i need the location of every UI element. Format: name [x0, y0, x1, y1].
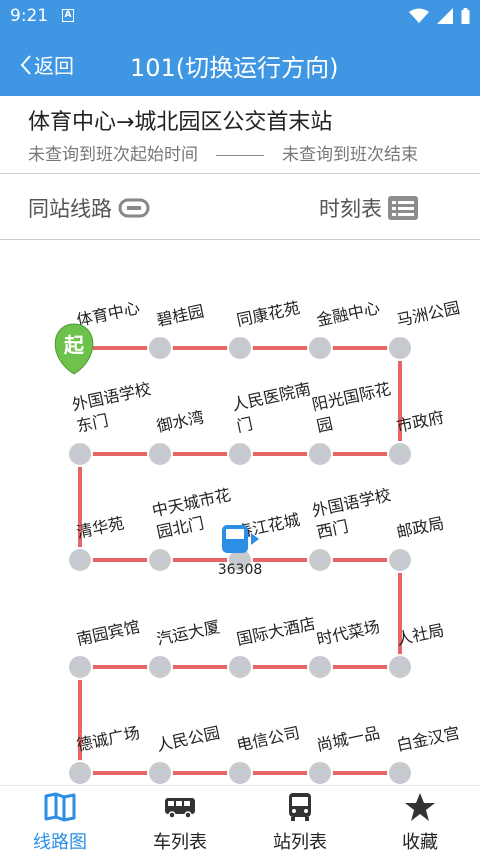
station-label: 御水湾	[155, 407, 206, 436]
station-stop[interactable]	[387, 654, 413, 680]
switch-direction-title[interactable]: 101(切换运行方向)	[130, 48, 339, 83]
list-icon	[388, 196, 418, 220]
station-stop[interactable]	[67, 547, 93, 573]
route-info: 体育中心→城北园区公交首末站 未查询到班次起始时间 未查询到班次结束	[0, 96, 480, 174]
start-marker-icon: 起	[54, 323, 94, 375]
station-label: 人民公园	[155, 723, 222, 755]
battery-icon	[461, 8, 470, 24]
back-button[interactable]: 返回	[20, 50, 74, 79]
station-stop[interactable]	[307, 547, 333, 573]
station-stop[interactable]	[307, 654, 333, 680]
station-stop[interactable]	[307, 760, 333, 785]
nav-bus-list-label: 车列表	[153, 832, 207, 853]
station-label: 国际大酒店	[235, 614, 317, 649]
status-bar: 9:21 A	[0, 0, 480, 32]
same-station-routes-button[interactable]: 同站线路	[28, 193, 150, 223]
station-stop[interactable]	[227, 654, 253, 680]
bus-number-label: 36308	[218, 562, 263, 578]
station-stop[interactable]	[387, 547, 413, 573]
station-label: 人社局	[395, 620, 446, 649]
station-label: 时代菜场	[315, 617, 382, 649]
timetable-button[interactable]: 时刻表	[319, 193, 418, 223]
station-stop[interactable]	[387, 441, 413, 467]
station-stop[interactable]	[227, 335, 253, 361]
station-label: 外国语学校西门	[310, 485, 397, 542]
route-name: 体育中心→城北园区公交首末站	[28, 110, 333, 135]
station-label: 德诚广场	[75, 723, 142, 755]
station-label: 邮政局	[395, 513, 446, 542]
station-label: 电信公司	[235, 723, 302, 755]
time-divider	[216, 154, 264, 156]
station-stop[interactable]	[67, 441, 93, 467]
system-icons	[409, 8, 470, 24]
station-stop[interactable]	[67, 760, 93, 785]
nav-station-list-label: 站列表	[273, 832, 327, 853]
station-label: 南园宾馆	[75, 617, 142, 649]
notification-a-icon: A	[62, 9, 74, 22]
back-label: 返回	[34, 54, 74, 78]
bottom-nav: 线路图 车列表 站列表 收藏	[0, 785, 480, 853]
station-label: 同康花苑	[235, 298, 302, 330]
station-stop[interactable]	[227, 760, 253, 785]
station-label: 金融中心	[315, 298, 382, 330]
station-stop[interactable]	[227, 441, 253, 467]
same-station-routes-label: 同站线路	[28, 197, 112, 221]
nav-favorites-label: 收藏	[402, 832, 438, 853]
route-map[interactable]: 体育中心 碧桂园 同康花苑 金融中心 马洲公园 市政府 阳光国际花园 人民医院南门 御水湾 外国语…	[0, 240, 480, 785]
station-label: 外国语学校东门	[70, 379, 157, 436]
station-stop[interactable]	[147, 547, 173, 573]
nav-bus-list[interactable]: 车列表	[120, 786, 240, 853]
station-stop[interactable]	[147, 335, 173, 361]
station-stop[interactable]	[387, 335, 413, 361]
station-stop[interactable]	[147, 441, 173, 467]
star-icon	[405, 793, 435, 821]
route-map-canvas: 体育中心 碧桂园 同康花苑 金融中心 马洲公园市政府阳光国际花园人民医院南门御水湾外国语…	[54, 298, 462, 785]
station-label: 体育中心	[75, 298, 142, 330]
station-stop[interactable]	[67, 654, 93, 680]
chevron-left-icon	[20, 54, 31, 75]
end-time: 未查询到班次结束	[282, 145, 418, 165]
route-link-icon	[118, 198, 150, 218]
nav-favorites[interactable]: 收藏	[360, 786, 480, 853]
schedule-times: 未查询到班次起始时间 未查询到班次结束	[28, 140, 418, 165]
signal-icon	[437, 8, 453, 24]
start-badge-label: 起	[63, 333, 85, 357]
station-label: 阳光国际花园	[310, 379, 397, 436]
nav-route-map-label: 线路图	[33, 832, 87, 853]
timetable-label: 时刻表	[319, 197, 382, 221]
station-label: 尚城一品	[315, 723, 382, 755]
station-label: 马洲公园	[395, 298, 462, 330]
station-label: 清华苑	[75, 513, 126, 542]
bus-front-icon	[289, 793, 311, 821]
station-label: 汽运大厦	[155, 617, 222, 649]
map-book-icon	[44, 792, 76, 822]
nav-station-list[interactable]: 站列表	[240, 786, 360, 853]
station-label: 人民医院南门	[230, 379, 317, 436]
station-label: 碧桂园	[155, 301, 206, 330]
station-label: 市政府	[395, 407, 446, 436]
start-time: 未查询到班次起始时间	[28, 145, 198, 165]
status-time: 9:21	[10, 6, 49, 26]
wifi-icon	[409, 8, 429, 23]
bus-side-icon	[165, 798, 195, 819]
station-stop[interactable]	[147, 654, 173, 680]
station-stop[interactable]	[307, 335, 333, 361]
app-bar: 返回 101(切换运行方向)	[0, 32, 480, 96]
nav-route-map[interactable]: 线路图	[0, 786, 120, 853]
station-stop[interactable]	[147, 760, 173, 785]
route-actions: 同站线路 时刻表	[0, 174, 480, 240]
station-label: 白金汉宫	[395, 723, 462, 755]
station-stop[interactable]	[307, 441, 333, 467]
station-stop[interactable]	[387, 760, 413, 785]
